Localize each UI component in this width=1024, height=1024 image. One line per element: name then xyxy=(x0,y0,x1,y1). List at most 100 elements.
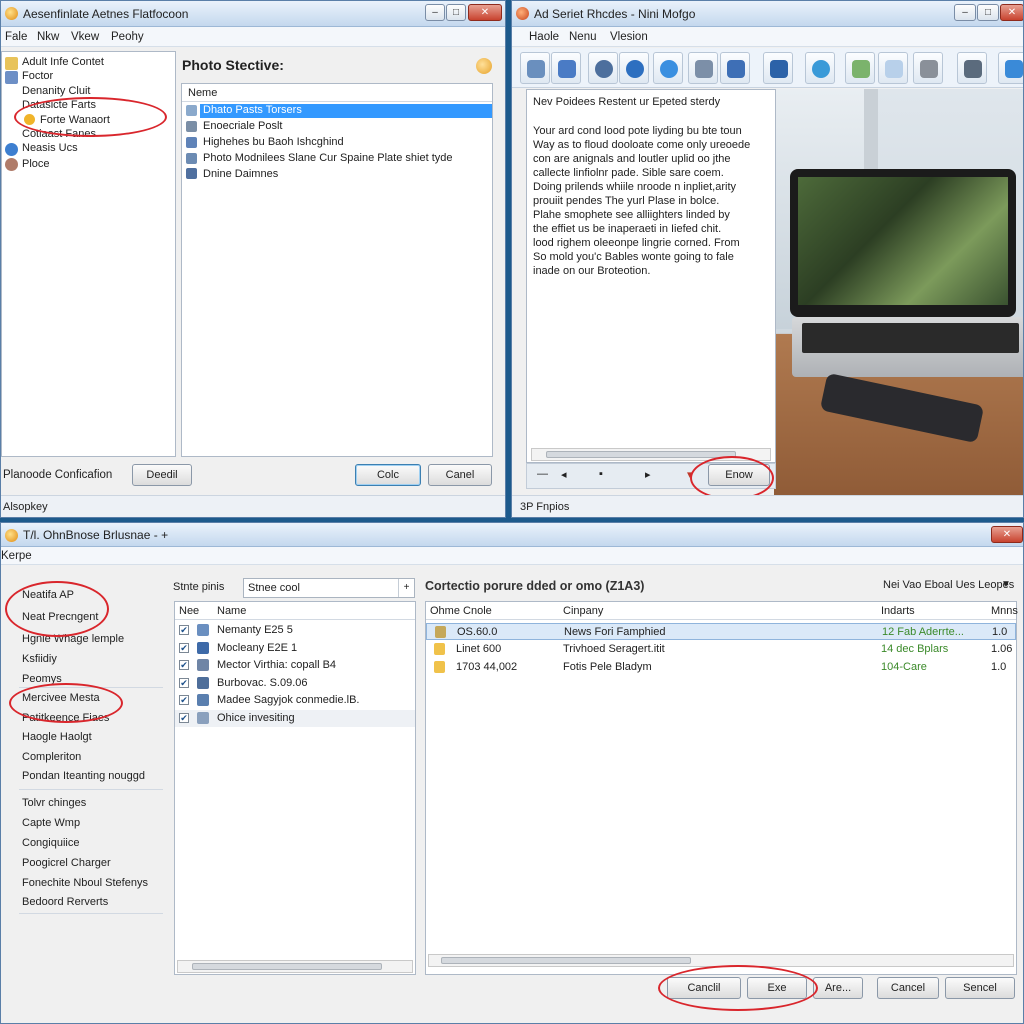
column-header[interactable]: Cinpany xyxy=(563,605,603,617)
menu-help[interactable]: Peohy xyxy=(111,31,144,43)
nav-item[interactable]: Pondan Iteanting nouggd xyxy=(22,770,145,782)
menu-view[interactable]: Vkew xyxy=(71,31,99,43)
image-tool-button[interactable] xyxy=(845,52,875,84)
nav-item[interactable]: Hgnie Whage lemple xyxy=(22,633,124,645)
close-button[interactable]: ✕ xyxy=(468,4,502,21)
horizontal-scrollbar[interactable] xyxy=(428,954,1014,967)
row-checkbox[interactable]: ✔ xyxy=(179,677,189,688)
enow-button[interactable]: Enow xyxy=(708,464,770,486)
prev-page-button[interactable]: ◂ xyxy=(561,468,567,481)
tree-item[interactable]: Neasis Ucs xyxy=(22,142,78,154)
list-item[interactable]: Enoecriale Poslt xyxy=(203,120,283,132)
list-item[interactable]: Dhato Pasts Torsers xyxy=(203,104,302,116)
edit-tool-button[interactable] xyxy=(551,52,581,84)
list-row[interactable]: ✔ Mector Virthia: copall B4 xyxy=(175,657,415,674)
chart-tool-button[interactable] xyxy=(913,52,943,84)
maximize-button[interactable]: □ xyxy=(977,4,999,21)
cancel-button[interactable]: Canel xyxy=(428,464,492,486)
menu-new[interactable]: Nkw xyxy=(37,31,59,43)
column-header[interactable]: Nee xyxy=(179,605,199,617)
table-row[interactable]: Linet 600 Trivhoed Seragert.itit 14 dec Bp… xyxy=(426,641,1016,658)
first-page-button[interactable]: — xyxy=(537,468,548,480)
row-checkbox[interactable]: ✔ xyxy=(179,712,189,723)
column-header[interactable]: Ohme Cnole xyxy=(430,605,492,617)
minimize-button[interactable]: – xyxy=(425,4,445,21)
nav-item[interactable]: Poogicrel Charger xyxy=(22,857,111,869)
menu-version[interactable]: Vlesion xyxy=(610,31,648,43)
play-button[interactable]: ▪ xyxy=(599,468,603,480)
table-row[interactable]: 1703 44,002 Fotis Pele Bladym 104-Care 1.0 xyxy=(426,659,1016,676)
menu-menu[interactable]: Nenu xyxy=(569,31,597,43)
nav-item[interactable]: Capte Wmp xyxy=(22,817,80,829)
sencel-button[interactable]: Sencel xyxy=(945,977,1015,999)
page-tool-button[interactable] xyxy=(878,52,908,84)
row-checkbox[interactable]: ✔ xyxy=(179,625,189,635)
are-button[interactable]: Are... xyxy=(813,977,863,999)
tree-item-selected[interactable]: Forte Wanaort xyxy=(40,114,110,126)
search-dropdown-icon[interactable]: + xyxy=(398,579,414,597)
filter-dropdown[interactable]: Nei Vao Eboal Ues Leopes xyxy=(883,579,1014,591)
nav-item[interactable]: Neatifa AP xyxy=(22,589,74,601)
title-bar[interactable]: T/l. OhnBnose Brlusnae - + ✕ xyxy=(1,523,1023,547)
tree-item[interactable]: Adult Infe Contet xyxy=(22,56,104,68)
menu-home[interactable]: Haole xyxy=(529,31,559,43)
help-icon[interactable] xyxy=(476,58,492,74)
nav-item[interactable]: Bedoord Rerverts xyxy=(22,896,108,908)
screen-tool-button[interactable] xyxy=(763,52,793,84)
nav-item[interactable]: Peomys xyxy=(22,673,62,685)
tree-item[interactable]: Datasicte Farts xyxy=(22,99,96,111)
list-row[interactable]: ✔ Nemanty E25 5 xyxy=(175,622,415,639)
exe-button[interactable]: Exe xyxy=(747,977,807,999)
list-row[interactable]: ✔ Ohice invesiting xyxy=(175,709,415,727)
tree-item[interactable]: Cotiaast Fanes xyxy=(22,128,96,140)
list-header[interactable]: Neme xyxy=(188,87,217,99)
horizontal-scrollbar[interactable] xyxy=(531,448,771,461)
cancel-button-2[interactable]: Cancel xyxy=(877,977,939,999)
close-button[interactable]: ✕ xyxy=(1000,4,1023,21)
list-tool-button[interactable] xyxy=(688,52,718,84)
nav-item[interactable]: Patitkeence Fiaes xyxy=(22,712,109,724)
nav-item[interactable]: Compleriton xyxy=(22,751,81,763)
list-item[interactable]: Highehes bu Baoh Ishcghind xyxy=(203,136,344,148)
chevron-down-icon[interactable]: ▼ xyxy=(1001,579,1011,590)
tree-item[interactable]: Ploce xyxy=(22,158,50,170)
title-bar[interactable]: Ad Seriet Rhcdes - Nini Mofgo – □ ✕ xyxy=(512,1,1023,27)
nav-item[interactable]: Mercivee Mesta xyxy=(22,692,100,704)
display-icon-button[interactable] xyxy=(998,52,1023,84)
list-item[interactable]: Photo Modnilees Slane Cur Spaine Plate s… xyxy=(203,152,453,164)
nav-item[interactable]: Congiquiice xyxy=(22,837,79,849)
tree-item[interactable]: Foctor xyxy=(22,70,53,82)
close-button[interactable]: ✕ xyxy=(991,526,1023,543)
table-row[interactable]: OS.60.0 News Fori Famphied 12 Fab Aderrte.… xyxy=(426,623,1016,640)
list-item[interactable]: Dnine Daimnes xyxy=(203,168,278,180)
link-tool-button[interactable] xyxy=(588,52,618,84)
column-header[interactable]: Mnns xyxy=(991,605,1018,617)
row-checkbox[interactable]: ✔ xyxy=(179,660,189,670)
column-header[interactable]: Name xyxy=(217,605,246,617)
dropdown-icon[interactable]: ▾ xyxy=(687,468,693,481)
nav-item[interactable]: Haogle Haolgt xyxy=(22,731,92,743)
tree-item[interactable]: Denanity Cluit xyxy=(22,85,90,97)
globe-blue-icon-button[interactable] xyxy=(653,52,683,84)
network-icon-button[interactable] xyxy=(805,52,835,84)
colc-button[interactable]: Colc xyxy=(355,464,421,486)
nav-item[interactable]: Tolvr chinges xyxy=(22,797,86,809)
minimize-button[interactable]: – xyxy=(954,4,976,21)
row-checkbox[interactable]: ✔ xyxy=(179,642,189,653)
tools-icon-button[interactable] xyxy=(957,52,987,84)
arrow-tool-button[interactable] xyxy=(520,52,550,84)
detail-button[interactable]: Deedil xyxy=(132,464,192,486)
next-page-button[interactable]: ▸ xyxy=(645,468,651,481)
menu-file[interactable]: Fale xyxy=(5,31,27,43)
horizontal-scrollbar[interactable] xyxy=(177,960,413,973)
cancel-button[interactable]: Canclil xyxy=(667,977,741,999)
menu-kerpe[interactable]: Kerpe xyxy=(1,550,32,562)
list-row[interactable]: ✔ Madee Sagyjok conmedie.lB. xyxy=(175,692,415,709)
list-row[interactable]: ✔ Mocleany E2E 1 xyxy=(175,640,415,657)
list-row[interactable]: ✔ Burbovac. S.09.06 xyxy=(175,675,415,692)
maximize-button[interactable]: □ xyxy=(446,4,466,21)
monitor-icon-button[interactable] xyxy=(720,52,750,84)
nav-item[interactable]: Neat Precngent xyxy=(22,611,98,623)
search-input[interactable]: Stnee cool xyxy=(248,582,300,594)
search-box[interactable]: Stnee cool + xyxy=(243,578,415,598)
